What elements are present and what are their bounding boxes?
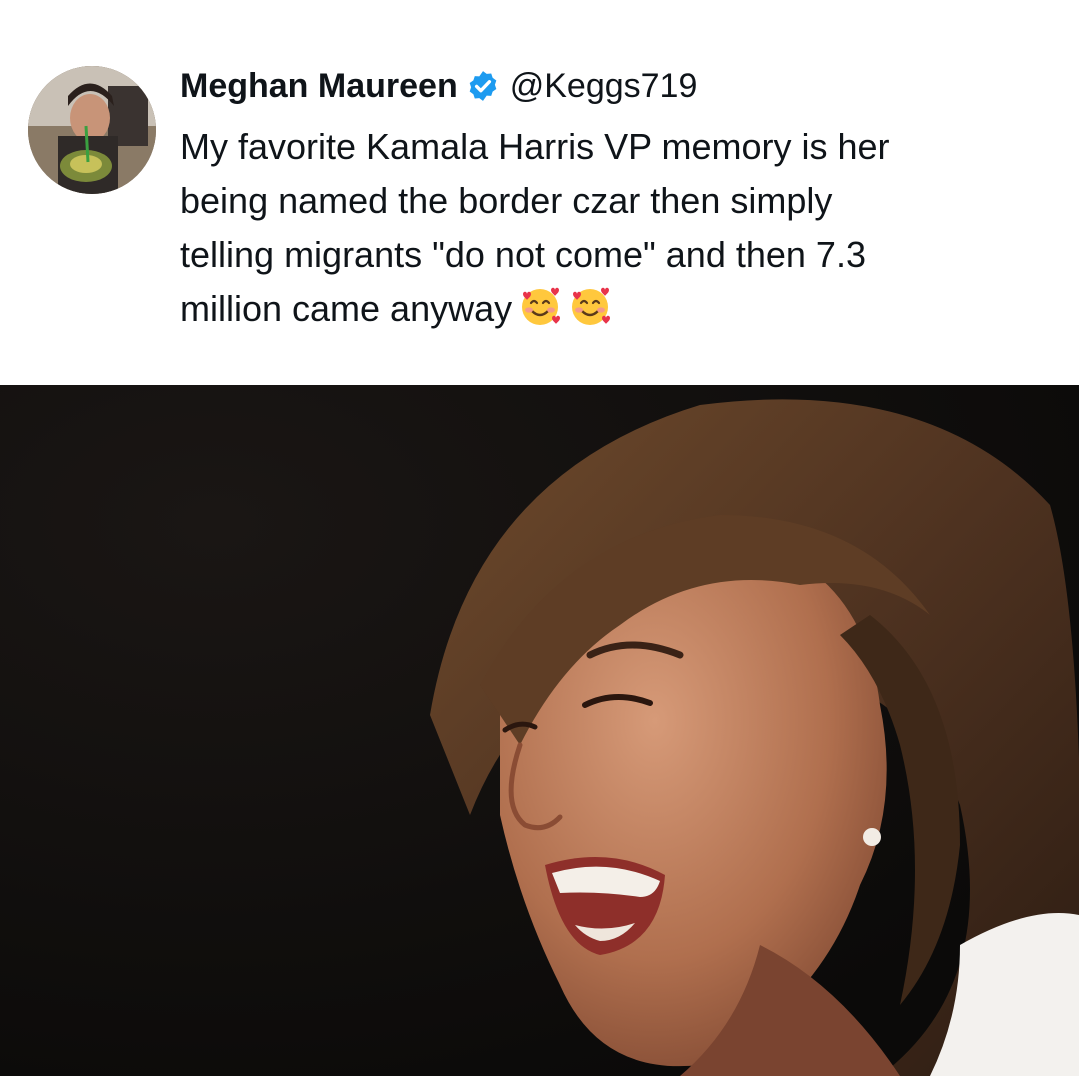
smiling-face-with-hearts-icon	[568, 285, 612, 329]
handle[interactable]: @Keggs719	[510, 67, 698, 106]
photo-illustration	[0, 385, 1079, 1076]
tweet-card: Meghan Maureen @Keggs719 My favorite Kam…	[0, 0, 1079, 385]
avatar-image	[28, 66, 156, 194]
post-photo[interactable]	[0, 385, 1079, 1076]
tweet-body: My favorite Kamala Harris VP memory is h…	[180, 120, 1060, 336]
display-name[interactable]: Meghan Maureen	[180, 67, 458, 106]
avatar[interactable]	[28, 66, 156, 194]
tweet-header: Meghan Maureen @Keggs719	[180, 62, 697, 110]
smiling-face-with-hearts-icon	[518, 285, 562, 329]
verified-badge-icon	[466, 69, 500, 103]
